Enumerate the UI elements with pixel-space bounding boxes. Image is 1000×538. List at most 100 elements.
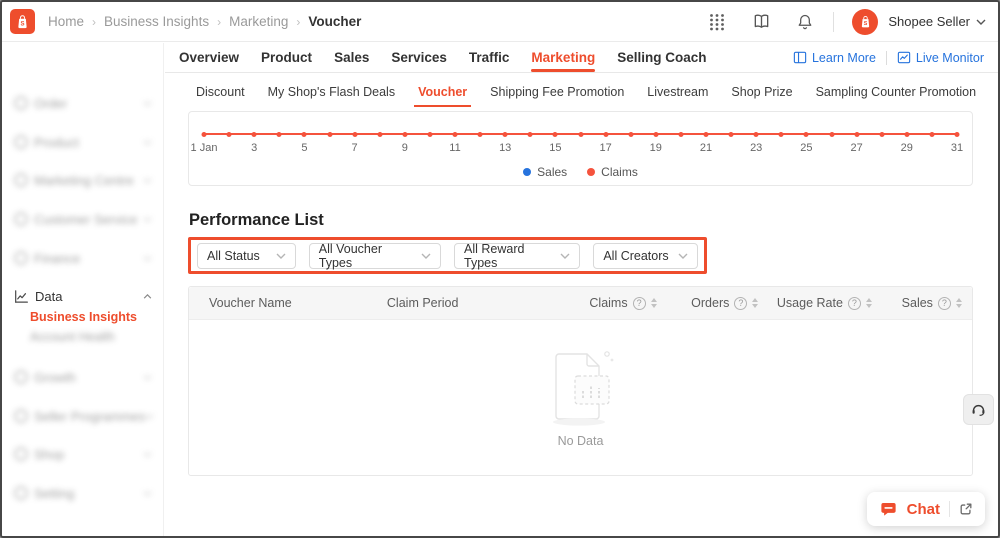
- sidebar-icon: [14, 486, 28, 500]
- chevron-down-icon: [421, 253, 431, 259]
- learn-more-link[interactable]: Learn More: [793, 51, 876, 65]
- chat-bubble-icon: [879, 500, 898, 519]
- chat-popout-icon[interactable]: [959, 502, 973, 516]
- notification-bell-icon[interactable]: [795, 12, 815, 32]
- support-headset-button[interactable]: [963, 394, 994, 425]
- sort-icon[interactable]: [955, 298, 962, 308]
- chat-widget[interactable]: Chat: [866, 492, 985, 526]
- sort-icon[interactable]: [865, 298, 872, 308]
- chart-x-tick-label: 29: [900, 142, 913, 154]
- legend-item-sales[interactable]: Sales: [523, 165, 567, 179]
- status-filter-dropdown[interactable]: All Status: [197, 242, 296, 269]
- chart-data-point: [603, 131, 609, 137]
- sidebar-item-account-health[interactable]: Account Health: [2, 324, 164, 350]
- main-content: Overview Product Sales Services Traffic …: [165, 43, 998, 536]
- user-name[interactable]: Shopee Seller: [888, 14, 970, 29]
- chart-x-tick-label: 21: [699, 142, 713, 154]
- chart-x-tick-label: 3: [251, 142, 258, 154]
- subtab-discount[interactable]: Discount: [196, 76, 245, 108]
- chart-data-point: [502, 131, 508, 137]
- chevron-down-icon: [678, 253, 688, 259]
- creator-filter-dropdown[interactable]: All Creators: [593, 242, 698, 269]
- subtab-shipping-fee-promotion[interactable]: Shipping Fee Promotion: [490, 76, 624, 108]
- legend-dot-icon: [587, 168, 596, 176]
- chart-data-point: [477, 131, 483, 137]
- chart-data-point: [251, 131, 257, 137]
- chart-data-point: [678, 131, 684, 137]
- help-icon[interactable]: ?: [937, 296, 951, 310]
- sidebar-item-customer-service[interactable]: Customer Service: [2, 204, 164, 234]
- legend-item-claims[interactable]: Claims: [587, 165, 638, 179]
- user-avatar[interactable]: S: [852, 8, 879, 35]
- tab-sales[interactable]: Sales: [334, 43, 369, 72]
- help-icon[interactable]: ?: [847, 296, 861, 310]
- chart-data-point: [327, 131, 332, 137]
- chart-data-point: [402, 131, 408, 137]
- chart-data-point: [954, 131, 960, 137]
- chart-data-point: [527, 131, 533, 137]
- subtab-shop-prize[interactable]: Shop Prize: [731, 76, 792, 108]
- chart-data-point: [929, 131, 935, 137]
- chart-x-tick-label: 25: [800, 142, 813, 154]
- user-menu-chevron-icon[interactable]: [976, 19, 986, 25]
- chart-data-point: [201, 131, 207, 137]
- voucher-trend-chart: 1 Jan 3 5 7 9 11 13 15 17 19 21 23 25 27 29 31 Sales Cla…: [188, 111, 973, 186]
- sidebar-icon: [14, 96, 28, 110]
- breadcrumb-marketing[interactable]: Marketing: [229, 14, 288, 29]
- live-monitor-link[interactable]: Live Monitor: [897, 51, 984, 65]
- collapse-chevron-icon[interactable]: [143, 293, 152, 299]
- chart-data-point: [377, 131, 383, 137]
- sidebar-icon: [14, 251, 28, 265]
- subtab-sampling-counter-promotion[interactable]: Sampling Counter Promotion: [816, 76, 977, 108]
- breadcrumb-home[interactable]: Home: [48, 14, 84, 29]
- sidebar-item-order[interactable]: Order: [2, 88, 164, 118]
- sidebar-item-growth[interactable]: Growth: [2, 362, 164, 392]
- subtab-voucher[interactable]: Voucher: [414, 76, 472, 108]
- sort-icon[interactable]: [650, 298, 657, 308]
- sidebar-item-marketing-centre[interactable]: Marketing Centre: [2, 165, 164, 195]
- breadcrumb-business-insights[interactable]: Business Insights: [104, 14, 209, 29]
- tab-marketing[interactable]: Marketing: [531, 43, 595, 72]
- chart-data-point: [628, 131, 634, 137]
- help-icon[interactable]: ?: [734, 296, 748, 310]
- subtab-flash-deals[interactable]: My Shop's Flash Deals: [268, 76, 395, 108]
- tab-product[interactable]: Product: [261, 43, 312, 72]
- sidebar-item-product[interactable]: Product: [2, 127, 164, 157]
- legend-dot-icon: [523, 168, 532, 176]
- chart-data-point: [653, 131, 659, 137]
- chart-x-tick-label: 1 Jan: [190, 142, 218, 154]
- tab-selling-coach[interactable]: Selling Coach: [617, 43, 706, 72]
- no-data-illustration: [545, 348, 617, 428]
- reward-type-filter-dropdown[interactable]: All Reward Types: [454, 242, 581, 270]
- sidebar-item-seller-programmes[interactable]: Seller Programmes: [2, 401, 164, 431]
- breadcrumb-separator: ›: [92, 14, 97, 29]
- chart-x-tick-label: 19: [649, 142, 662, 154]
- col-orders: Orders ?: [667, 296, 769, 310]
- chart-x-tick-label: 9: [401, 142, 408, 154]
- subtab-livestream[interactable]: Livestream: [647, 76, 708, 108]
- sidebar-item-finance[interactable]: Finance: [2, 243, 164, 273]
- chart-x-tick-label: 11: [449, 142, 461, 154]
- chart-x-tick-label: 5: [301, 142, 308, 154]
- chart-x-tick-label: 31: [950, 142, 964, 154]
- voucher-type-filter-dropdown[interactable]: All Voucher Types: [308, 242, 441, 270]
- sort-icon[interactable]: [752, 298, 759, 308]
- tab-overview[interactable]: Overview: [179, 43, 239, 72]
- knowledge-book-icon[interactable]: [751, 12, 771, 32]
- performance-table: Voucher Name Claim Period Claims ? Order…: [188, 286, 973, 476]
- primary-tabs: Overview Product Sales Services Traffic …: [165, 43, 998, 73]
- chart-data-point: [778, 131, 784, 137]
- chart-data-point: [904, 131, 910, 137]
- sidebar-icon: [14, 212, 28, 226]
- top-header: S Home › Business Insights › Marketing ›…: [2, 2, 998, 42]
- chart-legend: Sales Claims: [189, 165, 972, 179]
- tab-services[interactable]: Services: [391, 43, 447, 72]
- sidebar-item-shop[interactable]: Shop: [2, 439, 164, 469]
- shopee-logo-icon[interactable]: S: [10, 9, 35, 34]
- apps-grid-icon[interactable]: [707, 12, 727, 32]
- help-icon[interactable]: ?: [632, 296, 646, 310]
- chart-x-tick-label: 13: [499, 142, 512, 154]
- tab-traffic[interactable]: Traffic: [469, 43, 510, 72]
- sidebar-item-setting[interactable]: Setting: [2, 478, 164, 508]
- chart-data-point: [226, 131, 232, 137]
